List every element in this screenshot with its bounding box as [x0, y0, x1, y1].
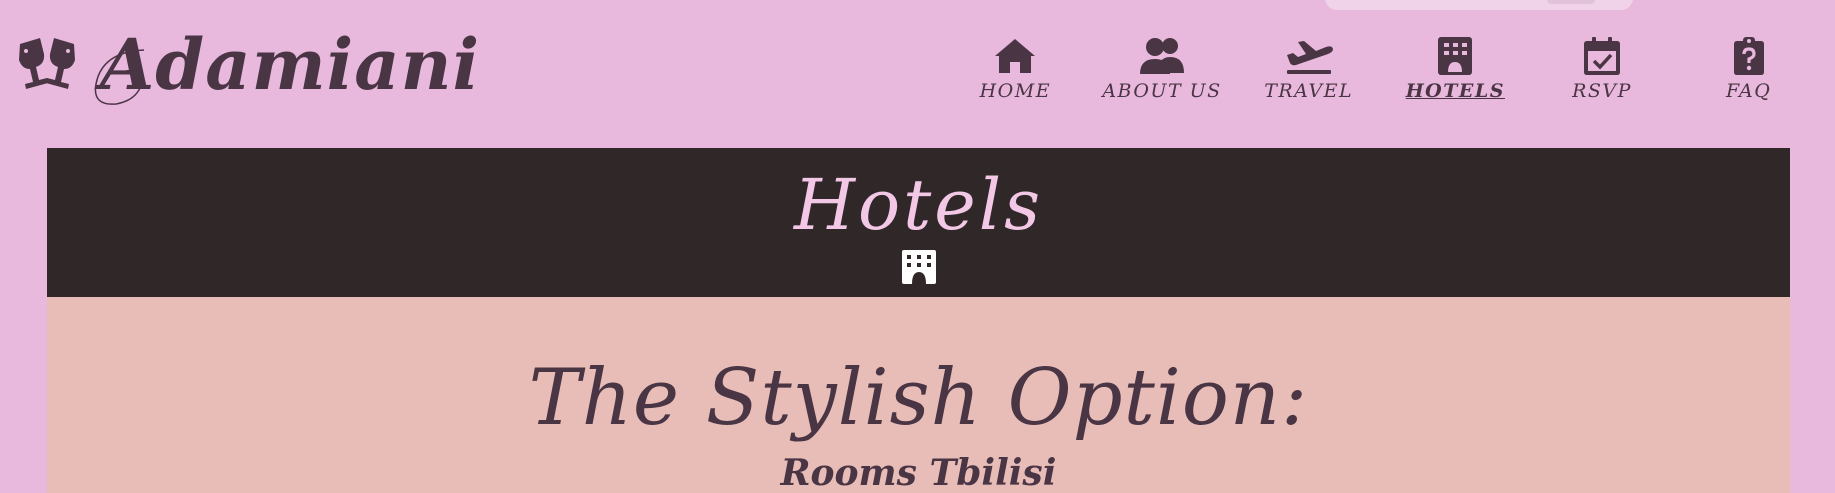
page-title: Hotels	[793, 164, 1044, 246]
section-title: The Stylish Option:	[528, 353, 1309, 443]
top-search-pill-inner	[1547, 0, 1595, 4]
house-icon	[994, 36, 1036, 76]
hotel-icon	[1436, 36, 1474, 76]
nav-item-hotels[interactable]: HOTELS	[1382, 36, 1529, 112]
nav-item-faq[interactable]: FAQ	[1675, 36, 1822, 112]
users-icon	[1138, 36, 1186, 76]
hotel-content: The Stylish Option: Rooms Tbilisi	[47, 297, 1790, 493]
clipboard-question-icon	[1733, 36, 1765, 76]
plane-departure-icon	[1284, 36, 1334, 76]
nav-item-label: TRAVEL	[1264, 80, 1354, 102]
top-search-pill[interactable]	[1325, 0, 1633, 10]
nav-item-home[interactable]: HOME	[942, 36, 1089, 112]
nav-item-about-us[interactable]: ABOUT US	[1089, 36, 1236, 112]
calendar-check-icon	[1583, 36, 1621, 76]
nav-item-label: ABOUT US	[1102, 80, 1222, 102]
nav-item-travel[interactable]: TRAVEL	[1235, 36, 1382, 112]
logo-swash-ornament	[94, 49, 145, 105]
champagne-glasses-icon	[19, 38, 75, 89]
hotel-name: Rooms Tbilisi	[780, 452, 1057, 493]
hotel-icon	[901, 250, 936, 284]
nav-item-label: FAQ	[1726, 80, 1772, 102]
nav-item-label: HOME	[979, 80, 1052, 102]
main-navigation: HOME ABOUT US TRAVEL HOTELS RSVP FAQ	[942, 36, 1822, 112]
nav-item-label: HOTELS	[1405, 80, 1505, 102]
nav-item-label: RSVP	[1572, 80, 1632, 102]
nav-item-rsvp[interactable]: RSVP	[1529, 36, 1676, 112]
page-banner: Hotels	[47, 148, 1790, 297]
